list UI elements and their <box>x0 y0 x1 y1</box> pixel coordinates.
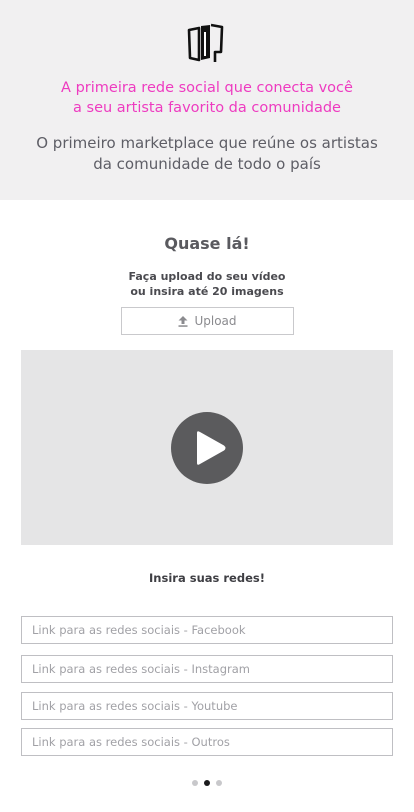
upload-button[interactable]: Upload <box>121 307 294 335</box>
main-content: Quase lá! Faça upload do seu vídeo ou in… <box>0 200 414 812</box>
upload-instructions: Faça upload do seu vídeo ou insira até 2… <box>0 269 414 299</box>
page-title: Quase lá! <box>164 234 250 253</box>
play-icon <box>197 431 226 465</box>
instagram-link-input[interactable] <box>21 655 393 683</box>
pagination-dots <box>0 780 414 786</box>
subline-line-2: da comunidade de todo o país <box>93 155 321 173</box>
pagination-dot-3[interactable] <box>216 780 222 786</box>
pagination-dot-2[interactable] <box>204 780 210 786</box>
video-preview[interactable] <box>21 350 393 545</box>
brand-logo-icon <box>187 23 224 62</box>
play-button[interactable] <box>171 412 243 484</box>
upload-instructions-line-1: Faça upload do seu vídeo <box>128 270 286 283</box>
upload-instructions-line-2: ou insira até 20 imagens <box>130 285 284 298</box>
upload-button-label: Upload <box>194 314 237 328</box>
header: A primeira rede social que conecta você … <box>0 0 414 200</box>
facebook-link-input[interactable] <box>21 616 393 644</box>
subline-line-1: O primeiro marketplace que reúne os arti… <box>36 134 378 152</box>
upload-arrow-icon <box>178 315 188 327</box>
tagline-line-1: A primeira rede social que conecta você <box>61 80 353 96</box>
youtube-link-input[interactable] <box>21 692 393 720</box>
pagination-dot-1[interactable] <box>192 780 198 786</box>
tagline-line-2: a seu artista favorito da comunidade <box>73 100 341 116</box>
subline: O primeiro marketplace que reúne os arti… <box>0 133 414 175</box>
tagline: A primeira rede social que conecta você … <box>0 78 414 118</box>
other-link-input[interactable] <box>21 728 393 756</box>
social-networks-title: Insira suas redes! <box>149 571 265 585</box>
